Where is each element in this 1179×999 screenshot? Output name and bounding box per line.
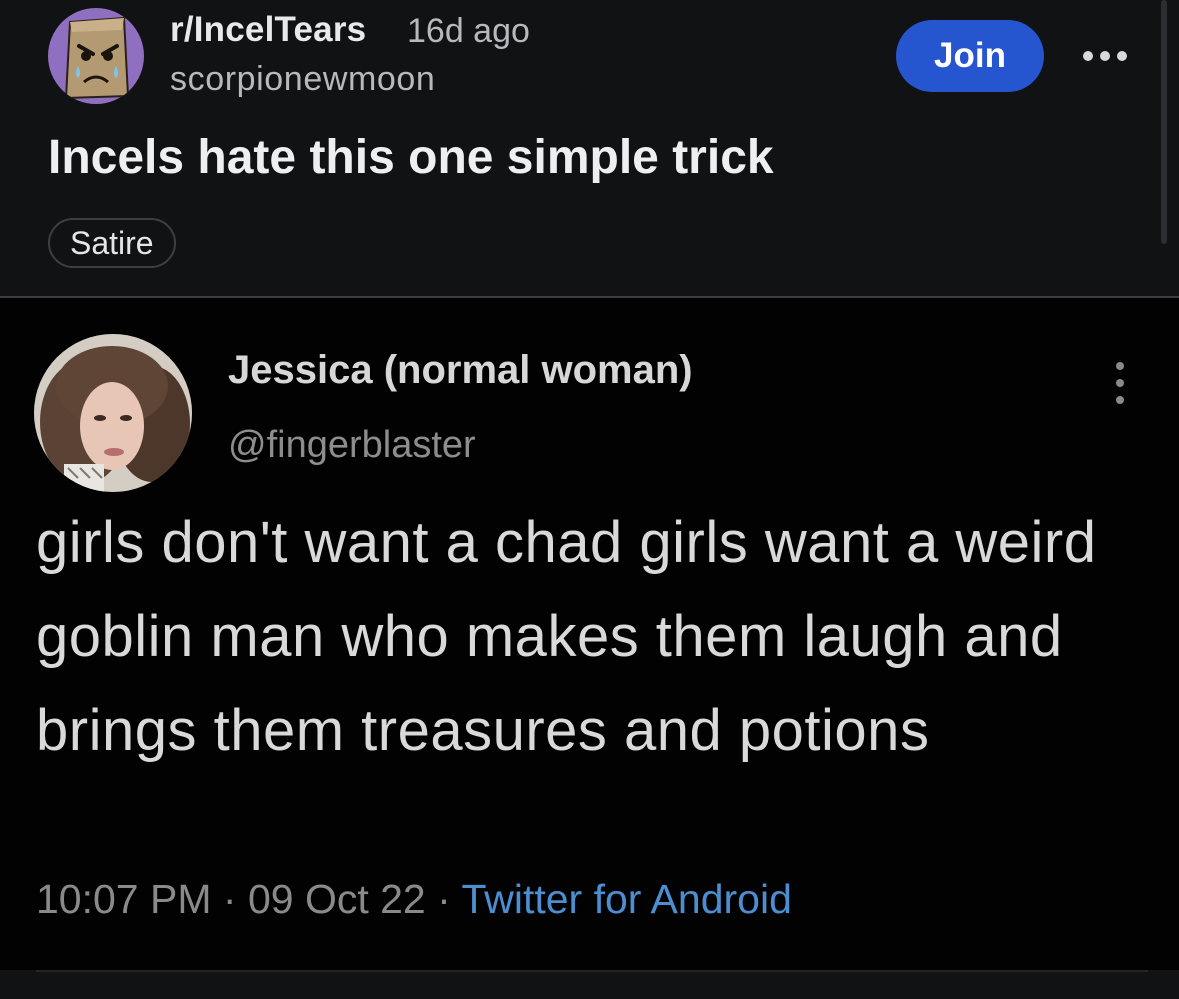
more-horizontal-icon (1083, 51, 1127, 61)
subreddit-name[interactable]: r/IncelTears (170, 10, 366, 50)
post-age: 16d ago (407, 12, 530, 50)
flair-label: Satire (70, 224, 154, 261)
tweet-divider (36, 970, 1148, 972)
tweet-avatar (34, 334, 192, 492)
join-button[interactable]: Join (896, 20, 1044, 92)
post-header: r/IncelTears 16d ago scorpionewmoon Join… (0, 0, 1179, 296)
post-flair[interactable]: Satire (48, 218, 176, 268)
more-vertical-icon (1116, 362, 1124, 404)
profile-photo-icon (34, 334, 192, 492)
tweet-text: girls don't want a chad girls want a wei… (36, 510, 1097, 763)
reddit-post-page: r/IncelTears 16d ago scorpionewmoon Join… (0, 0, 1179, 999)
meta-separator: · (437, 876, 462, 922)
tweet-screenshot[interactable]: Jessica (normal woman) @fingerblaster gi… (0, 298, 1179, 972)
meta-separator: · (222, 876, 248, 922)
post-author[interactable]: scorpionewmoon (170, 60, 435, 99)
tweet-meta: 10:07 PM · 09 Oct 22 · Twitter for Andro… (36, 876, 792, 923)
tweet-menu (1108, 360, 1132, 406)
tweet-date: 09 Oct 22 (247, 876, 426, 922)
scroll-indicator[interactable] (1161, 0, 1167, 244)
tweet-time: 10:07 PM (36, 876, 212, 922)
tweet-display-name: Jessica (normal woman) (228, 348, 693, 392)
paper-bag-face-icon (64, 16, 130, 100)
post-title: Incels hate this one simple trick (48, 131, 774, 184)
subreddit-avatar[interactable] (48, 8, 144, 104)
post-menu-button[interactable] (1080, 38, 1130, 74)
tweet-handle: @fingerblaster (228, 424, 476, 466)
tweet-source: Twitter for Android (461, 876, 792, 922)
